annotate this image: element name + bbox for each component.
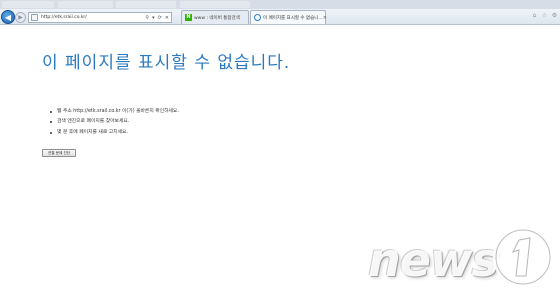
title-bar — [0, 0, 560, 9]
home-icon[interactable]: ⌂ — [530, 11, 539, 20]
browser-toolbar: ◀ ▶ http://etk.srail.co.kr/ ⚲ ▾ ⟳ ✕ N ww… — [0, 9, 560, 25]
list-item: 몇 분 후에 페이지를 새로 고치세요. — [50, 128, 179, 138]
gear-icon[interactable]: ⚙ — [550, 11, 559, 20]
tab-naver-search[interactable]: N www : 네이버 통합검색 — [181, 10, 249, 24]
tab-close-icon[interactable]: ✕ — [323, 15, 327, 21]
favorites-icon[interactable]: ☆ — [540, 11, 549, 20]
tab-label: 이 페이지를 표시할 수 없습니... — [263, 15, 323, 21]
list-item: 검색 엔진으로 페이지를 찾아보세요. — [50, 117, 179, 127]
suggestion-list: 웹 주소 http://etk.srail.co.kr 이(가) 올바른지 확인… — [50, 107, 179, 138]
browser-window: ◀ ▶ http://etk.srail.co.kr/ ⚲ ▾ ⟳ ✕ N ww… — [0, 0, 560, 302]
page-icon — [31, 14, 38, 21]
back-button[interactable]: ◀ — [1, 10, 15, 24]
address-bar[interactable]: http://etk.srail.co.kr/ ⚲ ▾ ⟳ ✕ — [28, 12, 172, 23]
naver-icon: N — [185, 14, 192, 21]
back-arrow-icon: ◀ — [4, 12, 12, 22]
ie-icon — [254, 14, 261, 21]
error-title: 이 페이지를 표시할 수 없습니다. — [42, 53, 291, 73]
news1-watermark-logo: news — [364, 226, 554, 296]
forward-arrow-icon: ▶ — [18, 14, 23, 21]
dropdown-icon[interactable]: ▾ — [152, 14, 155, 22]
address-text[interactable]: http://etk.srail.co.kr/ — [41, 15, 87, 20]
background-tab[interactable] — [180, 1, 250, 8]
list-item: 웹 주소 http://etk.srail.co.kr 이(가) 올바른지 확인… — [50, 107, 179, 117]
watermark-text: news — [368, 233, 499, 287]
address-tools: ⚲ ▾ ⟳ ✕ — [145, 14, 169, 22]
tab-label: www : 네이버 통합검색 — [194, 15, 240, 21]
background-tab[interactable] — [116, 1, 176, 8]
background-tab[interactable] — [2, 1, 54, 8]
close-icon[interactable]: ✕ — [165, 14, 169, 22]
watermark-one-mark-icon — [493, 227, 553, 287]
tab-error-page[interactable]: 이 페이지를 표시할 수 없습니... ✕ — [250, 10, 327, 24]
forward-button[interactable]: ▶ — [15, 12, 26, 23]
refresh-icon[interactable]: ⟳ — [158, 14, 162, 22]
diagnose-connection-button[interactable]: 연결 문제 진단 — [42, 149, 76, 157]
background-tab[interactable] — [58, 1, 113, 8]
search-icon[interactable]: ⚲ — [145, 14, 149, 22]
